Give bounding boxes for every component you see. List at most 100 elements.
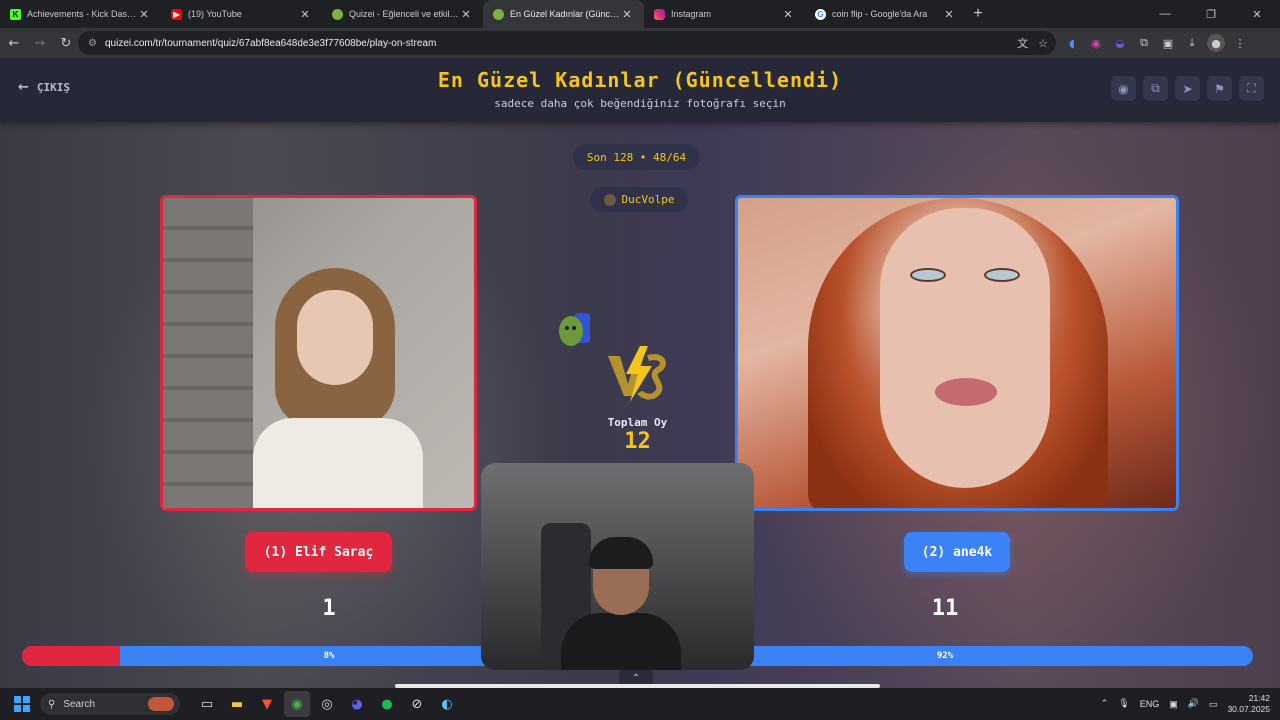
quizei-icon	[332, 8, 343, 20]
extensions-area: ◖ ◉ ◒ ⧉ ▣ ⤓ ● ⋮	[1063, 28, 1249, 58]
spotify-icon[interactable]: ●	[374, 691, 400, 717]
tab-quizei[interactable]: Quizei - Eğlenceli ve etkileşimli ✕	[322, 0, 483, 28]
tab-google[interactable]: G coin flip - Google'da Ara ✕	[805, 0, 966, 28]
url-text: quizei.com/tr/tournament/quiz/67abf8ea64…	[104, 37, 437, 49]
copy-icon[interactable]: ⧉	[1143, 76, 1168, 101]
volume-icon[interactable]: 🔊	[1188, 699, 1199, 709]
discord-icon[interactable]: ◕	[344, 691, 370, 717]
microphone-icon[interactable]: 🎙	[1118, 699, 1129, 709]
task-view-icon[interactable]: ▭	[194, 691, 220, 717]
sidepanel-icon[interactable]: ▣	[1159, 34, 1177, 52]
battery-icon[interactable]: ▭	[1209, 699, 1218, 710]
left-candidate-photo[interactable]	[160, 195, 477, 511]
fullscreen-icon[interactable]: ⛶	[1239, 76, 1264, 101]
windows-start-icon[interactable]	[14, 696, 30, 712]
taskbar-apps: ▭ ▬ ▼ ◉ ◎ ◕ ● ⊘ ◐	[194, 691, 460, 717]
extension-icon[interactable]: ◉	[1087, 34, 1105, 52]
right-candidate-name-button[interactable]: (2) ane4k	[904, 532, 1010, 572]
page-subtitle: sadece daha çok beğendiğiniz fotoğrafı s…	[494, 97, 786, 110]
extension-icon[interactable]: ◖	[1063, 34, 1081, 52]
steam-icon[interactable]: ◐	[434, 691, 460, 717]
header-actions: ◉ ⧉ ➤ ⚑ ⛶	[1111, 76, 1264, 101]
language-indicator[interactable]: ENG	[1140, 699, 1160, 709]
system-tray: ⌃ 🎙 ENG ▣ 🔊 ▭ 21:42 30.07.2025	[1101, 688, 1270, 720]
streamer-badge: DucVolpe	[590, 187, 688, 212]
forward-icon[interactable]: →	[28, 31, 52, 55]
right-percent: 92%	[936, 651, 954, 661]
streamer-person	[561, 533, 681, 670]
round-badge: Son 128 • 48/64	[573, 144, 700, 170]
quizei-icon	[493, 8, 504, 20]
close-icon[interactable]: ✕	[298, 8, 312, 21]
chevron-up-icon[interactable]: ⌃	[1101, 699, 1109, 709]
tab-label: (19) YouTube	[188, 9, 242, 19]
webcam-overlay	[481, 463, 754, 670]
browser-tab-bar: K Achievements - Kick Dashboard ✕ ▶ (19)…	[0, 0, 1280, 28]
left-vote-count: 1	[322, 596, 336, 621]
youtube-icon: ▶	[171, 8, 182, 20]
tab-label: Quizei - Eğlenceli ve etkileşimli	[349, 9, 459, 19]
right-candidate-photo[interactable]	[735, 195, 1179, 511]
quiz-page: ← ÇIKIŞ En Güzel Kadınlar (Güncellendi) …	[0, 58, 1280, 688]
app-icon[interactable]: ⊘	[404, 691, 430, 717]
file-explorer-icon[interactable]: ▬	[224, 691, 250, 717]
obs-icon[interactable]: ◎	[314, 691, 340, 717]
eye-icon[interactable]: ◉	[1111, 76, 1136, 101]
search-label: Search	[63, 698, 96, 710]
chrome-icon[interactable]: ◉	[284, 691, 310, 717]
flag-icon[interactable]: ⚑	[1207, 76, 1232, 101]
close-icon[interactable]: ✕	[781, 8, 795, 21]
windows-taskbar: ⚲ Search ▭ ▬ ▼ ◉ ◎ ◕ ● ⊘ ◐ ⌃ 🎙 ENG ▣ 🔊 ▭…	[0, 688, 1280, 720]
minimize-icon[interactable]: —	[1142, 0, 1188, 28]
close-icon[interactable]: ✕	[459, 8, 473, 21]
google-icon: G	[815, 8, 826, 20]
network-icon[interactable]: ▣	[1169, 699, 1178, 710]
quiz-header: ← ÇIKIŞ En Güzel Kadınlar (Güncellendi) …	[0, 58, 1280, 122]
close-window-icon[interactable]: ✕	[1234, 0, 1280, 28]
total-votes-label: Toplam Oy	[607, 416, 668, 429]
site-info-icon[interactable]: ⚙	[88, 38, 97, 49]
photo-subject	[253, 268, 423, 508]
brave-icon[interactable]: ▼	[254, 691, 280, 717]
translate-icon[interactable]: 文	[1017, 35, 1028, 51]
page-title: En Güzel Kadınlar (Güncellendi)	[437, 68, 843, 92]
photo-background	[163, 198, 253, 508]
tab-youtube[interactable]: ▶ (19) YouTube ✕	[161, 0, 322, 28]
download-icon[interactable]: ⤓	[1183, 34, 1201, 52]
tab-instagram[interactable]: Instagram ✕	[644, 0, 805, 28]
avatar	[603, 193, 616, 206]
left-candidate-name-button[interactable]: (1) Elif Saraç	[245, 532, 392, 572]
photo-subject	[808, 198, 1108, 508]
search-icon: ⚲	[48, 698, 56, 710]
left-percent: 8%	[323, 651, 335, 661]
total-votes-value: 12	[624, 429, 651, 454]
extensions-puzzle-icon[interactable]: ⧉	[1135, 34, 1153, 52]
send-icon[interactable]: ➤	[1175, 76, 1200, 101]
menu-icon[interactable]: ⋮	[1231, 34, 1249, 52]
close-icon[interactable]: ✕	[620, 8, 634, 21]
kick-icon: K	[10, 8, 21, 20]
address-bar[interactable]: ⚙ quizei.com/tr/tournament/quiz/67abf8ea…	[78, 31, 1056, 55]
mascot-icon	[559, 313, 590, 346]
tab-label: En Güzel Kadınlar (Güncellendi)	[510, 9, 620, 19]
extension-icon[interactable]: ◒	[1111, 34, 1129, 52]
back-icon[interactable]: ←	[2, 31, 26, 55]
restore-icon[interactable]: ❐	[1188, 0, 1234, 28]
tab-kick[interactable]: K Achievements - Kick Dashboard ✕	[0, 0, 161, 28]
tab-quizei-active[interactable]: En Güzel Kadınlar (Güncellendi) ✕	[483, 0, 644, 28]
search-highlight-icon	[148, 697, 174, 711]
bookmark-star-icon[interactable]: ☆	[1038, 37, 1048, 50]
reload-icon[interactable]: ↻	[54, 31, 78, 55]
clock[interactable]: 21:42 30.07.2025	[1227, 693, 1270, 715]
new-tab-button[interactable]: +	[966, 0, 990, 28]
tab-label: coin flip - Google'da Ara	[832, 9, 928, 19]
left-vote-fill	[22, 646, 121, 666]
versus-icon	[608, 346, 666, 402]
close-icon[interactable]: ✕	[137, 8, 151, 21]
tab-label: Achievements - Kick Dashboard	[27, 9, 137, 19]
close-icon[interactable]: ✕	[942, 8, 956, 21]
browser-toolbar: ← → ↻ ⚙ quizei.com/tr/tournament/quiz/67…	[0, 28, 1280, 58]
taskbar-search[interactable]: ⚲ Search	[40, 693, 180, 715]
profile-avatar-icon[interactable]: ●	[1207, 34, 1225, 52]
window-controls: — ❐ ✕	[1142, 0, 1280, 28]
